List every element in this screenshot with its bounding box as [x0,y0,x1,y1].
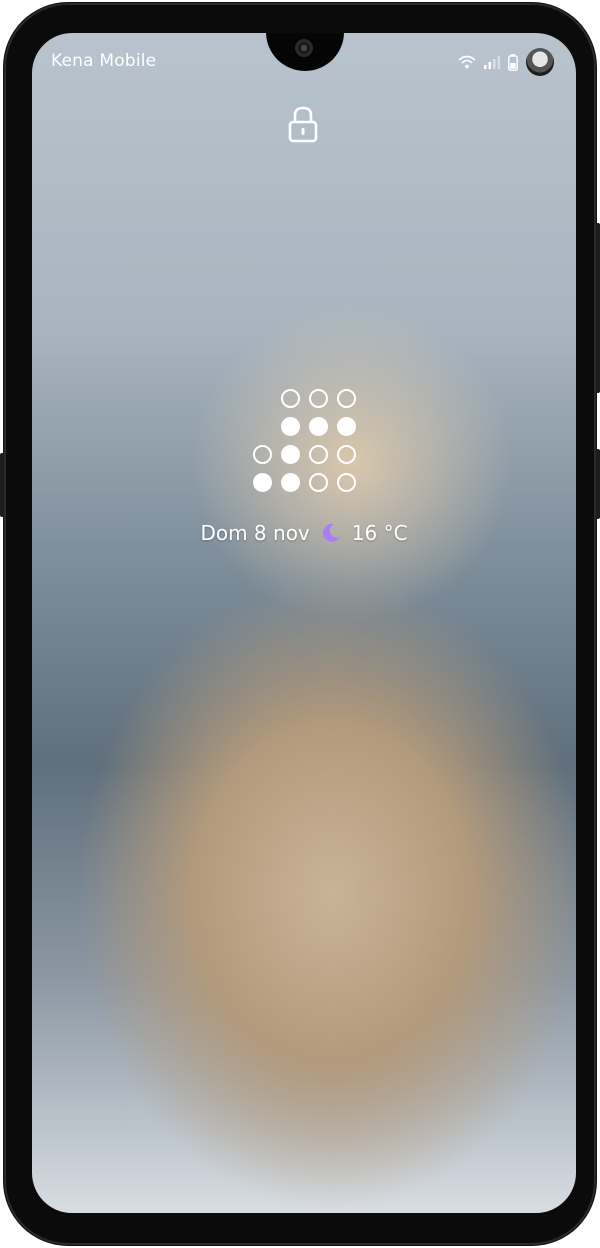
pattern-dot [276,468,304,496]
pattern-dot [332,384,360,412]
pattern-dot [248,384,276,412]
pattern-dot [304,440,332,468]
phone-frame: Kena Mobile Dom 8 nov 16 °C [0,3,600,1245]
signal-icon [484,56,500,69]
pattern-dot [332,440,360,468]
status-icons [458,47,554,77]
carrier-name: Kena Mobile [51,51,157,71]
pattern-dot [332,468,360,496]
pattern-dot [248,412,276,440]
battery-icon [508,53,518,71]
pattern-dot [304,468,332,496]
moon-icon [322,523,340,542]
lock-icon [288,106,318,143]
pattern-dot [304,384,332,412]
lock-screen[interactable]: Kena Mobile Dom 8 nov 16 °C [32,33,576,1213]
avatar[interactable] [526,48,554,76]
clock-dot-pattern [248,384,360,496]
volume-button [0,453,4,517]
date-weather-row: Dom 8 nov 16 °C [32,521,576,545]
side-button [596,449,600,519]
pattern-dot [248,468,276,496]
status-bar: Kena Mobile [32,33,576,89]
pattern-dot [304,412,332,440]
pattern-dot [276,412,304,440]
pattern-dot [276,440,304,468]
temperature-text: 16 °C [351,521,408,545]
pattern-dot [248,440,276,468]
wifi-icon [458,55,476,69]
pattern-dot [332,412,360,440]
date-text: Dom 8 nov [200,521,310,545]
power-button [596,223,600,393]
pattern-dot [276,384,304,412]
